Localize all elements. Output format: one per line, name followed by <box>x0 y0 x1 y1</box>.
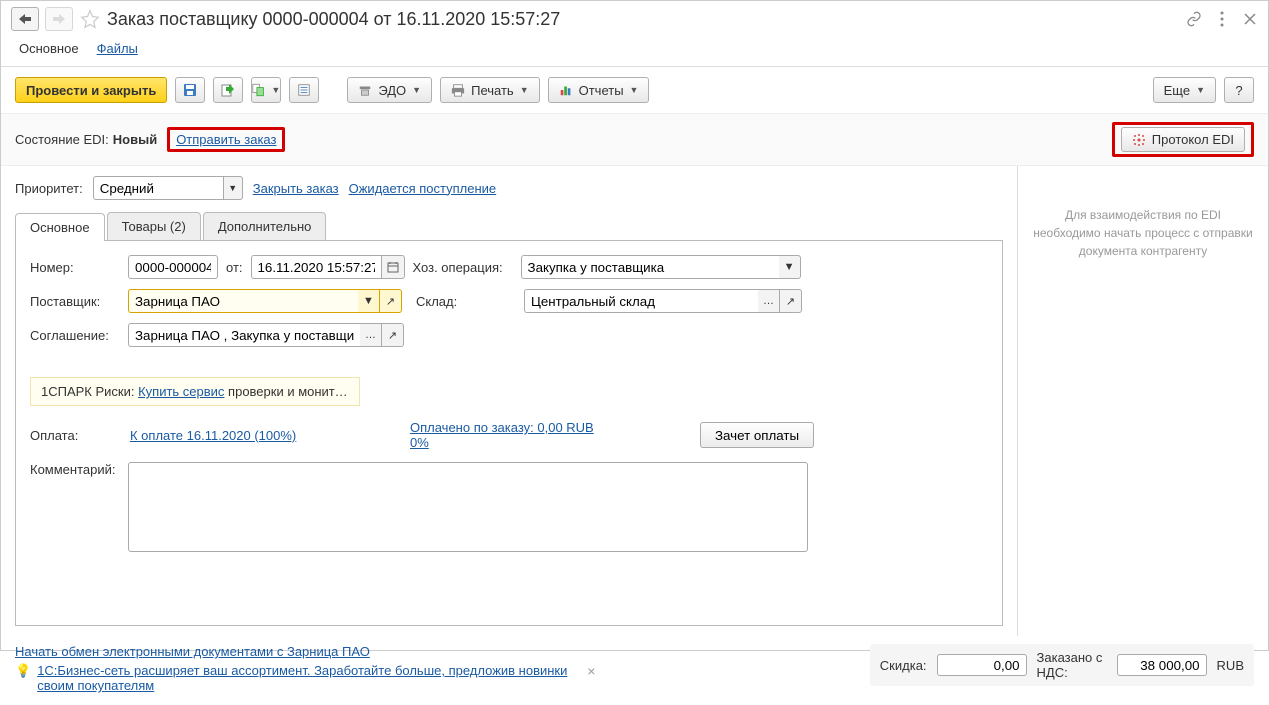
agreement-label: Соглашение: <box>30 328 120 343</box>
reports-button[interactable]: Отчеты▼ <box>548 77 650 103</box>
edi-state-label: Состояние EDI: <box>15 132 109 147</box>
spark-risks-banner: 1СПАРК Риски: Купить сервис проверки и м… <box>30 377 360 406</box>
save-button[interactable] <box>175 77 205 103</box>
toolbar: Провести и закрыть ▼ ЭДО▼ Печать▼ Отчеты… <box>1 67 1268 113</box>
send-order-link[interactable]: Отправить заказ <box>176 132 276 147</box>
edi-side-panel: Для взаимодействия по EDI необходимо нач… <box>1018 166 1268 636</box>
tab-goods[interactable]: Товары (2) <box>107 212 201 240</box>
window-title: Заказ поставщику 0000-000004 от 16.11.20… <box>107 9 1180 30</box>
open-icon[interactable]: ↗ <box>780 289 802 313</box>
nav-main[interactable]: Основное <box>19 41 79 56</box>
comment-label: Комментарий: <box>30 462 120 552</box>
detail-tabs: Основное Товары (2) Дополнительно <box>15 212 1003 241</box>
business-network-link[interactable]: 1С:Бизнес-сеть расширяет ваш ассортимент… <box>37 663 577 693</box>
priority-select[interactable]: ▼ <box>93 176 243 200</box>
total-input[interactable] <box>1117 654 1207 676</box>
send-order-highlight: Отправить заказ <box>167 127 285 152</box>
based-on-button[interactable]: ▼ <box>251 77 281 103</box>
close-order-link[interactable]: Закрыть заказ <box>253 181 339 196</box>
tab-additional[interactable]: Дополнительно <box>203 212 327 240</box>
link-icon[interactable] <box>1186 11 1202 27</box>
select-icon[interactable]: … <box>360 323 382 347</box>
spark-suffix: проверки и монито… <box>224 384 354 399</box>
payment-due-link[interactable]: К оплате 16.11.2020 (100%) <box>130 428 400 443</box>
from-label: от: <box>226 260 243 275</box>
edi-hint-text: Для взаимодействия по EDI необходимо нач… <box>1032 206 1254 260</box>
edi-protocol-icon <box>1132 133 1146 147</box>
dropdown-icon[interactable]: ▼ <box>358 289 380 313</box>
edi-state-value: Новый <box>113 132 157 147</box>
post-and-close-button[interactable]: Провести и закрыть <box>15 77 167 103</box>
bulb-icon: 💡 <box>15 663 31 679</box>
open-icon[interactable]: ↗ <box>382 323 404 347</box>
start-edi-exchange-link[interactable]: Начать обмен электронными документами с … <box>15 644 370 659</box>
total-label: Заказано с НДС: <box>1037 650 1107 680</box>
spark-buy-link[interactable]: Купить сервис <box>138 384 224 399</box>
warehouse-input[interactable] <box>524 289 758 313</box>
number-label: Номер: <box>30 260 120 275</box>
post-button[interactable] <box>213 77 243 103</box>
warehouse-label: Склад: <box>416 294 516 309</box>
titlebar: Заказ поставщику 0000-000004 от 16.11.20… <box>1 1 1268 37</box>
select-icon[interactable]: … <box>758 289 780 313</box>
edo-button[interactable]: ЭДО▼ <box>347 77 432 103</box>
footer: Начать обмен электронными документами с … <box>1 636 1268 705</box>
payment-paid-link[interactable]: Оплачено по заказу: 0,00 RUB 0% <box>410 420 610 450</box>
spark-prefix: 1СПАРК Риски: <box>41 384 138 399</box>
supplier-label: Поставщик: <box>30 294 120 309</box>
currency-label: RUB <box>1217 658 1244 673</box>
supplier-input[interactable] <box>128 289 358 313</box>
print-button[interactable]: Печать▼ <box>440 77 540 103</box>
close-icon[interactable] <box>1242 11 1258 27</box>
tab-content: Номер: от: Хоз. операция: ▼ Поставщик: <box>15 241 1003 626</box>
nav-files[interactable]: Файлы <box>97 41 138 56</box>
edi-protocol-button[interactable]: Протокол EDI <box>1121 127 1245 152</box>
discount-label: Скидка: <box>880 658 927 673</box>
open-icon[interactable]: ↗ <box>380 289 402 313</box>
calendar-icon[interactable] <box>381 255 405 279</box>
dropdown-icon[interactable]: ▼ <box>223 176 243 200</box>
dismiss-tip-icon[interactable]: × <box>583 663 599 679</box>
comment-textarea[interactable] <box>128 462 808 552</box>
operation-label: Хоз. операция: <box>413 260 513 275</box>
priority-input[interactable] <box>93 176 223 200</box>
app-window: Заказ поставщику 0000-000004 от 16.11.20… <box>0 0 1269 651</box>
priority-label: Приоритет: <box>15 181 83 196</box>
date-input[interactable] <box>251 255 381 279</box>
help-button[interactable]: ? <box>1224 77 1254 103</box>
dropdown-icon[interactable]: ▼ <box>779 255 801 279</box>
list-button[interactable] <box>289 77 319 103</box>
totals-box: Скидка: Заказано с НДС: RUB <box>870 644 1254 686</box>
discount-input[interactable] <box>937 654 1027 676</box>
more-vertical-icon[interactable] <box>1214 11 1230 27</box>
main-content: Приоритет: ▼ Закрыть заказ Ожидается пос… <box>1 166 1018 636</box>
agreement-input[interactable] <box>128 323 360 347</box>
protocol-highlight: Протокол EDI <box>1112 122 1254 157</box>
payment-label: Оплата: <box>30 428 120 443</box>
number-input[interactable] <box>128 255 218 279</box>
favorite-star-icon[interactable] <box>79 8 101 30</box>
nav-forward-button[interactable] <box>45 7 73 31</box>
nav-back-button[interactable] <box>11 7 39 31</box>
main-nav: Основное Файлы <box>1 37 1268 67</box>
edi-bar: Состояние EDI: Новый Отправить заказ Про… <box>1 113 1268 166</box>
operation-input[interactable] <box>521 255 779 279</box>
expect-delivery-link[interactable]: Ожидается поступление <box>349 181 497 196</box>
more-button[interactable]: Еще▼ <box>1153 77 1216 103</box>
offset-payment-button[interactable]: Зачет оплаты <box>700 422 814 448</box>
tab-main[interactable]: Основное <box>15 213 105 241</box>
